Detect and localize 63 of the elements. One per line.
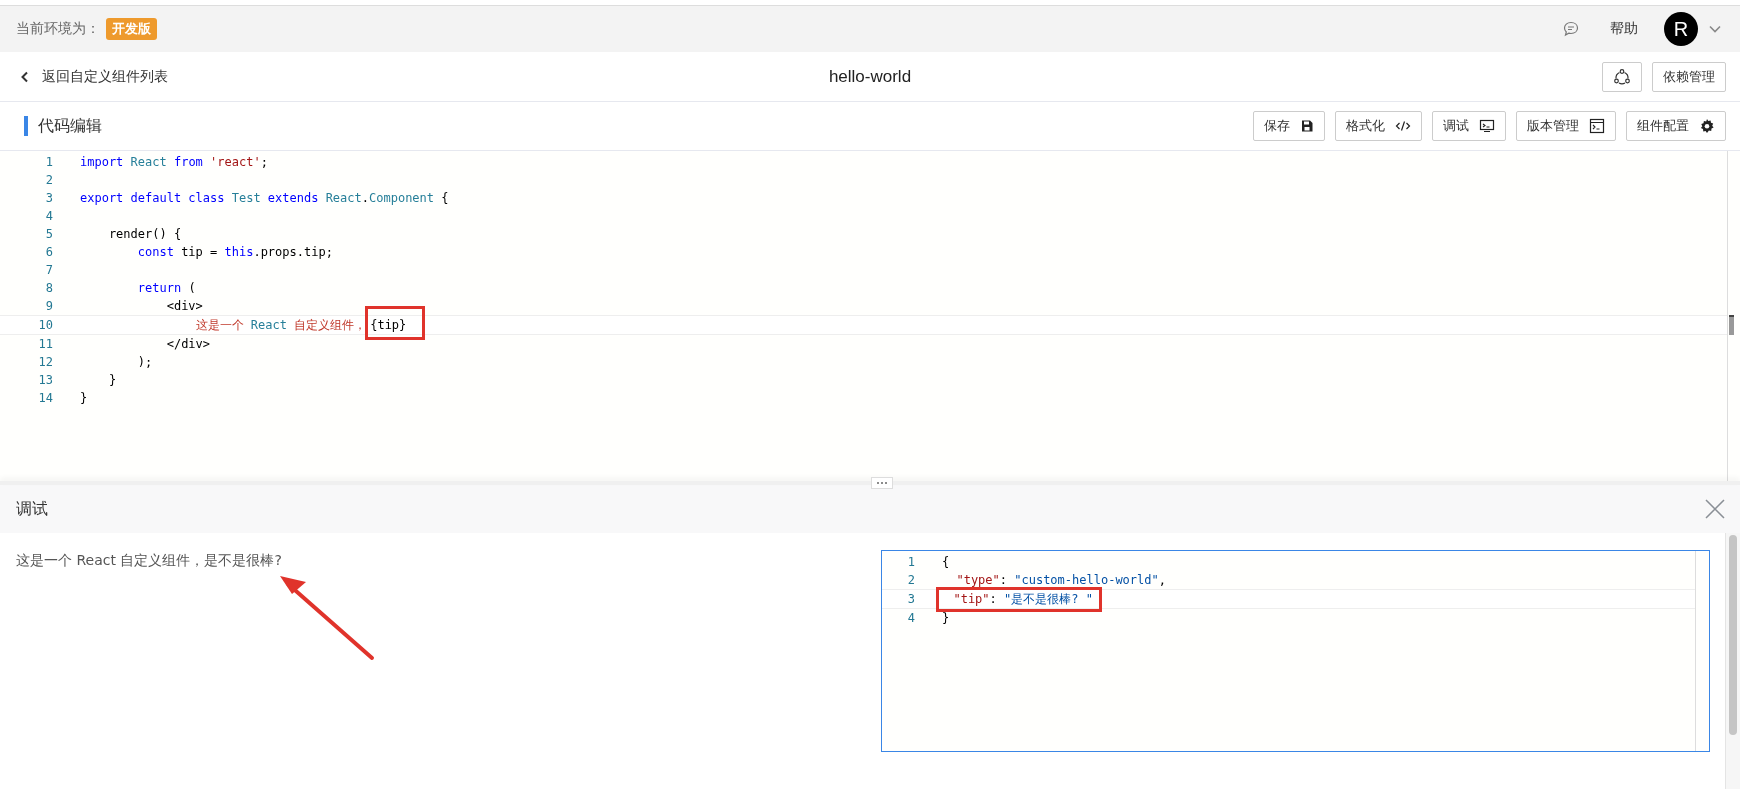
terminal-icon	[1589, 118, 1605, 134]
line-number: 5	[44, 227, 54, 241]
code-line: }	[942, 611, 950, 625]
code-line: }	[80, 391, 88, 405]
code-line: </div>	[165, 337, 211, 351]
code-line: return (	[136, 281, 196, 295]
line-number: 3	[906, 592, 916, 606]
resize-handle[interactable]	[871, 477, 893, 489]
line-number: 11	[37, 337, 54, 351]
toolbar-button[interactable]: 保存	[1253, 111, 1325, 141]
line-number: 1	[44, 155, 54, 169]
toolbar-button[interactable]: 版本管理	[1516, 111, 1616, 141]
monitor-icon	[1479, 119, 1495, 133]
message-icon[interactable]	[1562, 20, 1580, 38]
code-icon	[1395, 119, 1411, 133]
environment-label: 当前环境为：	[16, 20, 100, 38]
settings-icon	[1699, 118, 1715, 134]
component-title: hello-world	[828, 66, 912, 87]
help-link[interactable]: 帮助	[1610, 20, 1638, 38]
code-line: 这是一个 React 自定义组件， {tip}	[194, 316, 407, 334]
line-number: 4	[906, 611, 916, 625]
line-number: 13	[37, 373, 54, 387]
code-line: import React from 'react';	[80, 155, 268, 169]
line-number: 2	[44, 173, 54, 187]
share-icon	[1613, 67, 1631, 86]
section-title: 代码编辑	[24, 116, 102, 136]
scrollbar-thumb[interactable]	[1729, 535, 1737, 735]
environment-badge: 开发版	[106, 18, 157, 40]
code-line: "type": "custom-hello-world",	[955, 573, 1166, 587]
back-link[interactable]: 返回自定义组件列表	[20, 67, 168, 86]
line-number: 8	[44, 281, 54, 295]
chevron-down-icon[interactable]	[1708, 24, 1722, 34]
toolbar-button[interactable]: 格式化	[1335, 111, 1422, 141]
share-button[interactable]	[1602, 61, 1642, 92]
code-line: }	[107, 373, 117, 387]
line-number: 9	[44, 299, 54, 313]
user-avatar[interactable]: R	[1664, 12, 1698, 46]
scroll-marker	[1729, 315, 1734, 335]
code-line: );	[136, 355, 153, 369]
code-line: const tip = this.props.tip;	[136, 245, 333, 259]
panel-title: 调试	[16, 498, 48, 520]
line-number: 2	[906, 573, 916, 587]
line-number: 7	[44, 263, 54, 277]
line-number: 14	[37, 391, 54, 405]
code-line: "tip": "是不是很棒? "	[952, 590, 1093, 608]
dependency-button[interactable]: 依赖管理	[1652, 61, 1726, 92]
close-icon[interactable]	[1704, 498, 1726, 520]
toolbar-button[interactable]: 组件配置	[1626, 111, 1726, 141]
chevron-left-icon	[20, 70, 30, 83]
line-number: 4	[44, 209, 54, 223]
toolbar-button[interactable]: 调试	[1432, 111, 1506, 141]
highlight-box	[365, 306, 425, 340]
preview-text: 这是一个 React 自定义组件，是不是很棒?	[16, 552, 282, 568]
line-number: 12	[37, 355, 54, 369]
code-line: {	[942, 555, 950, 569]
line-number: 6	[44, 245, 54, 259]
line-number: 3	[44, 191, 54, 205]
json-editor[interactable]: 1 { 2 "type": "custom-hello-world", 3 "tip": "是不是很棒? " 4 }	[881, 550, 1710, 752]
code-line: render() {	[107, 227, 182, 241]
line-number: 10	[37, 318, 54, 332]
code-line: export default class Test extends React.Component {	[80, 191, 449, 205]
code-line: <div>	[165, 299, 203, 313]
line-number: 1	[906, 555, 916, 569]
